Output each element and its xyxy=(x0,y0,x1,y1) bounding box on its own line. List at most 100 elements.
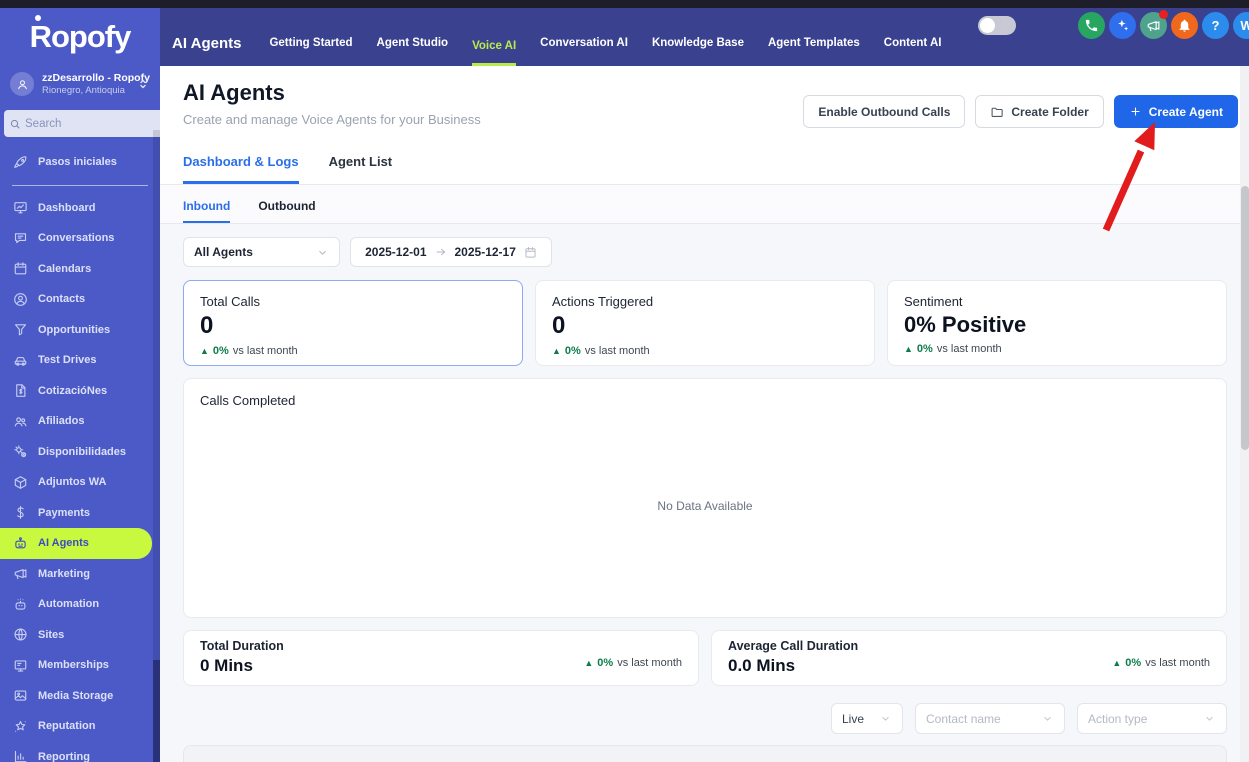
sidebar-item-reporting[interactable]: Reporting xyxy=(0,742,160,762)
toggle-knob xyxy=(980,18,995,33)
contact-name-select[interactable]: Contact name xyxy=(915,703,1065,734)
sidebar-item-reputation[interactable]: Reputation xyxy=(0,711,160,742)
sidebar-item-label: Calendars xyxy=(38,262,92,275)
robot-icon xyxy=(13,536,28,551)
sidebar-item-pasos-iniciales[interactable]: Pasos iniciales xyxy=(0,147,160,178)
bell-icon xyxy=(1177,18,1192,33)
sidebar-item-label: Memberships xyxy=(38,659,109,672)
enable-outbound-calls-button[interactable]: Enable Outbound Calls xyxy=(803,95,966,128)
gears-icon xyxy=(13,444,28,459)
delta-percent: 0% xyxy=(212,345,229,357)
header-tab-agent-templates[interactable]: Agent Templates xyxy=(768,37,860,66)
logo-wrap[interactable]: Ropofy xyxy=(0,8,160,66)
megaphone-icon xyxy=(13,566,28,581)
sidebar-item-ai-agents[interactable]: AI Agents xyxy=(0,528,152,559)
subtab-outbound[interactable]: Outbound xyxy=(258,199,315,223)
bell-button[interactable] xyxy=(1171,12,1198,39)
page-actions: Enable Outbound Calls Create Folder Crea… xyxy=(803,95,1238,128)
car-icon xyxy=(13,353,28,368)
phone-button[interactable] xyxy=(1078,12,1105,39)
sidebar-item-adjuntos-wa[interactable]: Adjuntos WA xyxy=(0,467,160,498)
action-type-select[interactable]: Action type xyxy=(1077,703,1227,734)
sidebar-divider xyxy=(12,184,148,186)
stat-card-actions-triggered[interactable]: Actions Triggered 0 ▲ 0% vs last month xyxy=(535,280,875,366)
sidebar-item-conversations[interactable]: Conversations xyxy=(0,223,160,254)
sidebar-item-cotizaci-nes[interactable]: CotizacióNes xyxy=(0,376,160,407)
live-select[interactable]: Live xyxy=(831,703,903,734)
sidebar-item-label: Test Drives xyxy=(38,354,97,367)
delta-label: vs last month xyxy=(936,343,1002,355)
sidebar-item-label: Media Storage xyxy=(38,689,114,702)
sidebar-item-automation[interactable]: Automation xyxy=(0,589,160,620)
sidebar-nav: Pasos iniciales Dashboard Conversations Cal… xyxy=(0,147,160,762)
durations-row: Total Duration 0 Mins ▲ 0% vs last month… xyxy=(183,630,1227,686)
sidebar-item-disponibilidades[interactable]: Disponibilidades xyxy=(0,437,160,468)
sidebar-item-test-drives[interactable]: Test Drives xyxy=(0,345,160,376)
date-range-picker[interactable]: 2025-12-01 2025-12-17 xyxy=(350,237,552,267)
sidebar-item-opportunities[interactable]: Opportunities xyxy=(0,315,160,346)
window-top-strip xyxy=(0,0,1249,8)
sidebar-item-label: Conversations xyxy=(38,232,115,245)
sidebar-item-label: Automation xyxy=(38,598,100,611)
sparkles-button[interactable] xyxy=(1109,12,1136,39)
delta-label: vs last month xyxy=(232,345,298,357)
plus-icon xyxy=(1131,107,1140,116)
triangle-up-icon: ▲ xyxy=(1112,657,1122,668)
search-box[interactable]: ctrl K xyxy=(4,110,160,137)
main-scrollbar-thumb[interactable] xyxy=(1240,186,1249,450)
sidebar-item-calendars[interactable]: Calendars xyxy=(0,254,160,285)
header-tab-knowledge-base[interactable]: Knowledge Base xyxy=(652,37,744,66)
help-button[interactable]: ? xyxy=(1202,12,1229,39)
sidebar-item-label: Reputation xyxy=(38,720,96,733)
agent-filter-select[interactable]: All Agents xyxy=(183,237,340,267)
sidebar-item-label: Pasos iniciales xyxy=(38,156,117,169)
stat-card-total-calls[interactable]: Total Calls 0 ▲ 0% vs last month xyxy=(183,280,523,366)
avatar xyxy=(10,72,34,96)
tab-agent-list[interactable]: Agent List xyxy=(329,154,393,184)
create-folder-button[interactable]: Create Folder xyxy=(975,95,1104,128)
sidebar-item-contacts[interactable]: Contacts xyxy=(0,284,160,315)
theme-toggle[interactable] xyxy=(978,16,1016,35)
stat-label: Average Call Duration xyxy=(728,639,859,653)
header-tab-conversation-ai[interactable]: Conversation AI xyxy=(540,37,628,66)
sidebar-item-sites[interactable]: Sites xyxy=(0,620,160,651)
header-tab-voice-ai[interactable]: Voice AI xyxy=(472,40,517,66)
create-agent-button[interactable]: Create Agent xyxy=(1113,95,1238,128)
header-controls: ? W xyxy=(978,10,1249,39)
stat-card-sentiment[interactable]: Sentiment 0% Positive ▲ 0% vs last month xyxy=(887,280,1227,366)
tab-dashboard-logs[interactable]: Dashboard & Logs xyxy=(183,154,299,184)
date-from: 2025-12-01 xyxy=(365,245,427,259)
subtab-inbound[interactable]: Inbound xyxy=(183,199,231,223)
page-header: AI Agents Create and manage Voice Agents… xyxy=(160,66,1249,185)
megaphone-icon xyxy=(1146,18,1161,33)
phone-icon xyxy=(1084,18,1099,33)
w-avatar-button[interactable]: W xyxy=(1233,12,1249,39)
header-tab-getting-started[interactable]: Getting Started xyxy=(269,37,352,66)
duration-left: Total Duration 0 Mins xyxy=(200,639,284,677)
header-tab-agent-studio[interactable]: Agent Studio xyxy=(377,37,449,66)
help-icon: ? xyxy=(1211,18,1220,33)
sidebar-item-memberships[interactable]: Memberships xyxy=(0,650,160,681)
sidebar-item-afiliados[interactable]: Afiliados xyxy=(0,406,160,437)
log-filter-row: Live Contact name Action type xyxy=(183,703,1227,734)
main-scrollbar[interactable] xyxy=(1240,66,1249,762)
w-avatar-icon: W xyxy=(1240,18,1249,33)
sidebar-item-label: CotizacióNes xyxy=(38,384,108,397)
header-tab-content-ai[interactable]: Content AI xyxy=(884,37,942,66)
star-icon xyxy=(13,719,28,734)
sidebar-item-marketing[interactable]: Marketing xyxy=(0,559,160,590)
sidebar-item-label: Adjuntos WA xyxy=(38,476,107,489)
megaphone-button[interactable] xyxy=(1140,10,1168,39)
sidebar-item-payments[interactable]: Payments xyxy=(0,498,160,529)
search-input[interactable] xyxy=(25,117,160,130)
account-switcher[interactable]: zzDesarrollo - Ropofy Rionegro, Antioqui… xyxy=(0,66,160,102)
calls-completed-chart-card: Calls Completed No Data Available xyxy=(183,378,1227,618)
sidebar-item-media-storage[interactable]: Media Storage xyxy=(0,681,160,712)
chevrons-up-down-icon[interactable] xyxy=(136,76,150,92)
sidebar-item-dashboard[interactable]: Dashboard xyxy=(0,193,160,224)
sidebar-scrollbar[interactable] xyxy=(153,130,160,762)
delta-label: vs last month xyxy=(617,657,682,669)
sidebar-item-label: Opportunities xyxy=(38,323,111,336)
sidebar-item-label: Contacts xyxy=(38,293,86,306)
sidebar-scrollbar-thumb[interactable] xyxy=(153,660,160,762)
